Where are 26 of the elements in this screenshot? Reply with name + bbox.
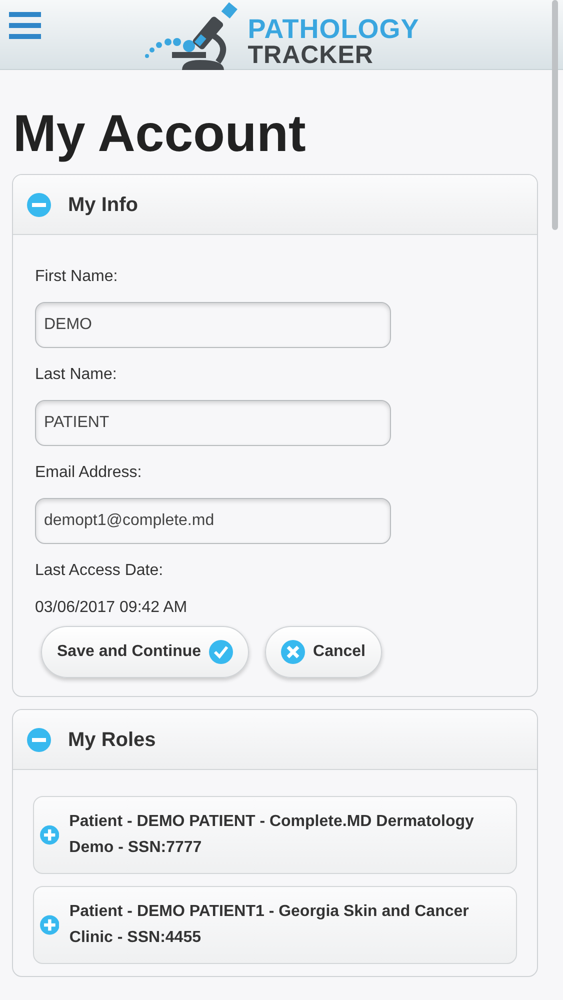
plus-circle-icon xyxy=(40,913,60,937)
field-label: Email Address: xyxy=(35,463,143,483)
date-text: 03/06/2017 09:42 AM xyxy=(35,598,188,618)
text-field[interactable]: demopt1@complete.md xyxy=(35,498,391,544)
text-field[interactable]: DEMO xyxy=(35,302,391,348)
role-item[interactable]: Patient - DEMO PATIENT1 - Georgia Skin and Cancer Clinic - SSN:4455 xyxy=(33,886,517,964)
field-label: First Name: xyxy=(35,267,119,287)
role-item[interactable]: Patient - DEMO PATIENT - Complete.MD Dermatology Demo - SSN:7777 xyxy=(33,796,517,874)
logo-text: PATHOLOGY xyxy=(248,16,420,43)
page-title: My Account xyxy=(13,108,307,160)
menu-button[interactable] xyxy=(9,10,41,42)
minus-circle-icon xyxy=(27,728,51,752)
check-circle-icon xyxy=(209,640,234,664)
section-header[interactable]: My Info xyxy=(13,175,537,235)
cancel-button[interactable]: Cancel xyxy=(265,626,382,678)
microscope-icon xyxy=(144,2,240,70)
field-label: Last Name: xyxy=(35,365,118,385)
section-header[interactable]: My Roles xyxy=(13,710,537,770)
field-label: Last Access Date: xyxy=(35,561,164,581)
plus-circle-icon xyxy=(40,823,60,847)
logo-text: TRACKER xyxy=(248,43,374,68)
save-button[interactable]: Save and Continue xyxy=(41,626,250,678)
close-icon xyxy=(281,640,306,664)
menu-icon xyxy=(9,10,41,42)
minus-circle-icon xyxy=(27,192,51,216)
text-field[interactable]: PATIENT xyxy=(35,400,391,446)
